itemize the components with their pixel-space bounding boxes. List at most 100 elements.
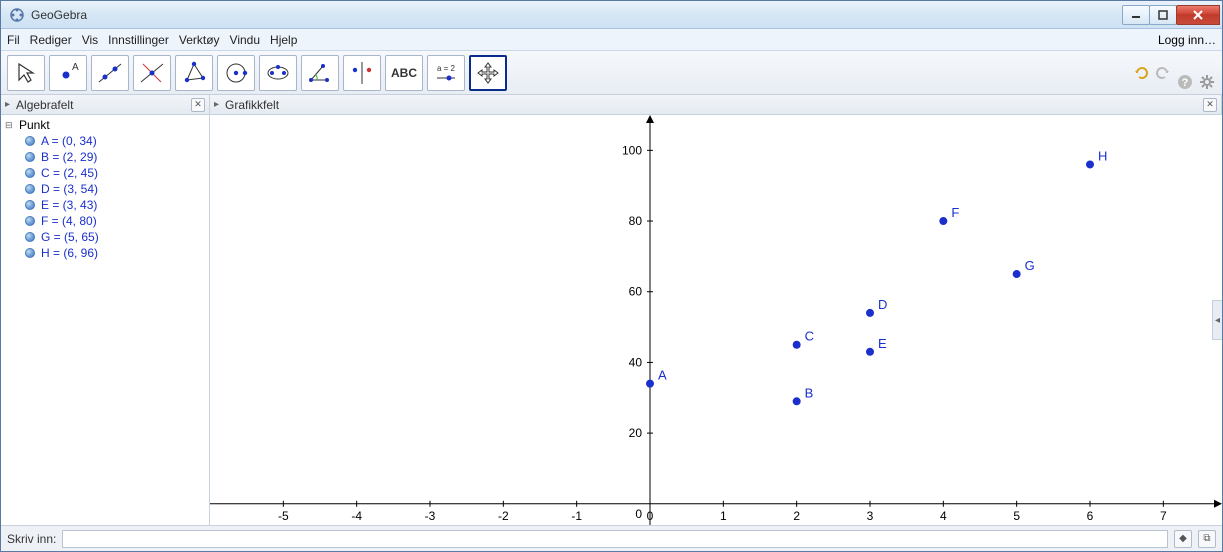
point-visibility-icon[interactable] <box>25 232 35 242</box>
side-toggle[interactable]: ◂ <box>1212 300 1222 340</box>
point-visibility-icon[interactable] <box>25 248 35 258</box>
close-panel-icon[interactable]: ✕ <box>191 98 205 112</box>
point-definition: A = (0, 34) <box>41 134 97 148</box>
graphics-panel-title: Grafikkfelt <box>225 98 279 112</box>
ellipse-tool[interactable] <box>259 55 297 91</box>
plot-point-F[interactable] <box>939 217 947 225</box>
svg-text:ABC: ABC <box>391 66 417 80</box>
svg-text:H: H <box>1098 148 1107 163</box>
point-visibility-icon[interactable] <box>25 184 35 194</box>
panels-header: ▸ Algebrafelt ✕ ▸ Grafikkfelt ✕ <box>1 95 1222 115</box>
point-definition: B = (2, 29) <box>41 150 97 164</box>
move-view-tool[interactable] <box>469 55 507 91</box>
point-definition: C = (2, 45) <box>41 166 98 180</box>
redo-icon[interactable] <box>1154 64 1172 82</box>
tree-group-label: Punkt <box>19 118 50 132</box>
algebra-point-B[interactable]: B = (2, 29) <box>19 149 205 165</box>
line-tool[interactable] <box>91 55 129 91</box>
point-tool[interactable]: A <box>49 55 87 91</box>
minimize-button[interactable] <box>1122 5 1150 25</box>
menu-innstillinger[interactable]: Innstillinger <box>108 33 169 47</box>
svg-text:A: A <box>658 368 667 383</box>
settings-icon[interactable] <box>1198 73 1216 91</box>
svg-text:7: 7 <box>1160 509 1167 523</box>
angle-tool[interactable] <box>301 55 339 91</box>
point-visibility-icon[interactable] <box>25 152 35 162</box>
algebra-point-G[interactable]: G = (5, 65) <box>19 229 205 245</box>
menu-verktoy[interactable]: Verktøy <box>179 33 220 47</box>
text-tool[interactable]: ABC <box>385 55 423 91</box>
move-tool[interactable] <box>7 55 45 91</box>
coordinate-plane[interactable]: -5-4-3-2-101234567204060801000ABCDEFGH <box>210 115 1222 525</box>
slider-tool[interactable]: a = 2 <box>427 55 465 91</box>
algebra-panel-title: Algebrafelt <box>16 98 73 112</box>
maximize-button[interactable] <box>1149 5 1177 25</box>
svg-text:E: E <box>878 336 887 351</box>
svg-text:60: 60 <box>629 285 643 299</box>
command-input[interactable] <box>62 530 1168 548</box>
algebra-point-D[interactable]: D = (3, 54) <box>19 181 205 197</box>
plot-point-D[interactable] <box>866 309 874 317</box>
svg-text:40: 40 <box>629 355 643 369</box>
circle-tool[interactable] <box>217 55 255 91</box>
algebra-point-C[interactable]: C = (2, 45) <box>19 165 205 181</box>
svg-text:-2: -2 <box>498 509 509 523</box>
plot-point-C[interactable] <box>793 341 801 349</box>
algebra-point-F[interactable]: F = (4, 80) <box>19 213 205 229</box>
algebra-point-E[interactable]: E = (3, 43) <box>19 197 205 213</box>
collapse-icon[interactable]: ▸ <box>5 99 10 110</box>
tree-group-punkt[interactable]: ⊟ Punkt <box>5 117 205 133</box>
help-icon[interactable]: ? <box>1176 73 1194 91</box>
point-visibility-icon[interactable] <box>25 216 35 226</box>
graphics-panel[interactable]: -5-4-3-2-101234567204060801000ABCDEFGH ◂ <box>210 115 1222 525</box>
undo-icon[interactable] <box>1132 64 1150 82</box>
menu-hjelp[interactable]: Hjelp <box>270 33 297 47</box>
reflect-tool[interactable] <box>343 55 381 91</box>
collapse-icon[interactable]: ▸ <box>214 99 219 110</box>
plot-point-B[interactable] <box>793 397 801 405</box>
svg-text:2: 2 <box>793 509 800 523</box>
algebra-point-H[interactable]: H = (6, 96) <box>19 245 205 261</box>
point-definition: E = (3, 43) <box>41 198 97 212</box>
polygon-tool[interactable] <box>175 55 213 91</box>
menu-vis[interactable]: Vis <box>82 33 98 47</box>
svg-text:-3: -3 <box>425 509 436 523</box>
app-icon <box>9 7 25 23</box>
close-panel-icon[interactable]: ✕ <box>1203 98 1217 112</box>
svg-text:A: A <box>72 62 79 73</box>
svg-text:D: D <box>878 297 887 312</box>
tree-toggle-icon[interactable]: ⊟ <box>5 120 15 131</box>
point-visibility-icon[interactable] <box>25 168 35 178</box>
input-label: Skriv inn: <box>7 532 56 546</box>
login-link[interactable]: Logg inn… <box>1158 33 1216 47</box>
algebra-point-A[interactable]: A = (0, 34) <box>19 133 205 149</box>
menu-fil[interactable]: Fil <box>7 33 20 47</box>
graphics-panel-header[interactable]: ▸ Grafikkfelt ✕ <box>210 95 1222 114</box>
svg-text:100: 100 <box>622 143 642 157</box>
point-visibility-icon[interactable] <box>25 136 35 146</box>
toolbar: A ABC a = 2 ? <box>1 51 1222 95</box>
plot-point-A[interactable] <box>646 380 654 388</box>
plot-point-E[interactable] <box>866 348 874 356</box>
algebra-panel[interactable]: ⊟ Punkt A = (0, 34) B = (2, 29) C = (2, 45… <box>1 115 210 525</box>
svg-text:3: 3 <box>867 509 874 523</box>
plot-point-G[interactable] <box>1013 270 1021 278</box>
menubar: Fil Rediger Vis Innstillinger Verktøy Vi… <box>1 29 1222 51</box>
svg-text:4: 4 <box>940 509 947 523</box>
algebra-panel-header[interactable]: ▸ Algebrafelt ✕ <box>1 95 210 114</box>
input-help-icon[interactable]: ⧉ <box>1198 530 1216 548</box>
svg-text:-4: -4 <box>351 509 362 523</box>
svg-text:5: 5 <box>1013 509 1020 523</box>
window-controls <box>1123 5 1220 25</box>
menu-rediger[interactable]: Rediger <box>30 33 72 47</box>
perpendicular-tool[interactable] <box>133 55 171 91</box>
close-button[interactable] <box>1176 5 1220 25</box>
point-visibility-icon[interactable] <box>25 200 35 210</box>
plot-point-H[interactable] <box>1086 160 1094 168</box>
svg-text:20: 20 <box>629 426 643 440</box>
menu-vindu[interactable]: Vindu <box>230 33 260 47</box>
svg-text:?: ? <box>1182 77 1189 89</box>
svg-text:F: F <box>951 205 959 220</box>
input-dropdown-icon[interactable]: ◆ <box>1174 530 1192 548</box>
svg-text:0: 0 <box>647 509 654 523</box>
